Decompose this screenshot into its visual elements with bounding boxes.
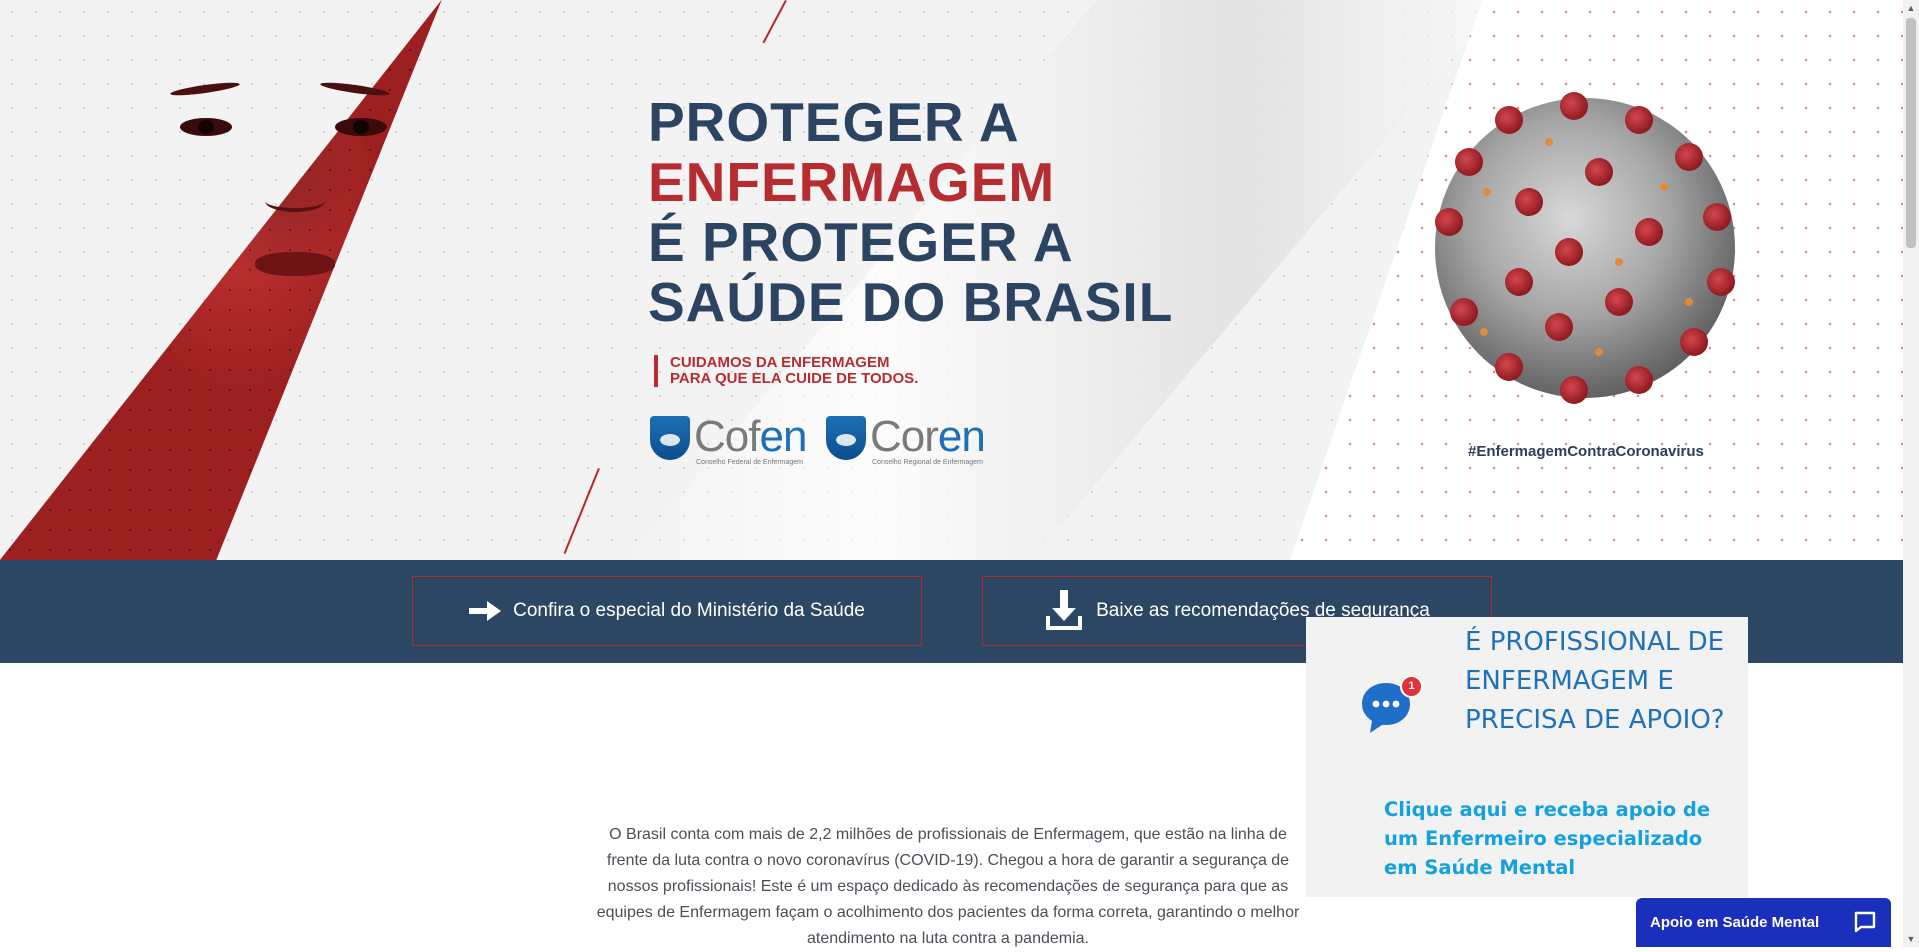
logo-subtitle: Conselho Federal de Enfermagem [696, 459, 804, 466]
logo-text: Cor [870, 412, 939, 461]
logo-text: en [937, 412, 986, 461]
scroll-down-icon[interactable]: ▼ [1903, 931, 1919, 947]
headline-line: SAÚDE DO BRASIL [648, 271, 1174, 333]
hero-banner: PROTEGER A ENFERMAGEM É PROTEGER A SAÚDE… [0, 0, 1903, 560]
logo-text: en [759, 412, 807, 461]
decorative-line [563, 468, 600, 555]
tagline-line: CUIDAMOS DA ENFERMAGEM [670, 354, 890, 371]
scrollbar-thumb[interactable] [1906, 18, 1916, 248]
mental-health-support-popup[interactable]: 1 É PROFISSIONAL DE ENFERMAGEM E PRECISA… [1306, 617, 1748, 897]
logo-text: Cof [694, 412, 760, 461]
decorative-line [762, 0, 787, 44]
notification-badge: 1 [1400, 675, 1423, 698]
chat-tab-label: Apoio em Saúde Mental [1650, 914, 1820, 931]
hero-headline: PROTEGER A ENFERMAGEM É PROTEGER A SAÚDE… [648, 92, 1173, 332]
logo-subtitle: Conselho Regional de Enfermagem [872, 459, 983, 466]
arrow-right-icon [469, 599, 502, 623]
cofen-shield-icon [650, 416, 690, 460]
intro-paragraph: O Brasil conta com mais de 2,2 milhões d… [596, 826, 1300, 947]
chat-icon [1853, 910, 1877, 938]
headline-highlight: ENFERMAGEM [648, 151, 1056, 213]
ministerio-saude-button[interactable]: Confira o especial do Ministério da Saúd… [412, 576, 922, 646]
tagline-line: PARA QUE ELA CUIDE DE TODOS. [670, 370, 919, 387]
hashtag-text: #EnfermagemContraCoronavirus [1468, 443, 1704, 460]
download-icon [1044, 590, 1084, 632]
headline-line: PROTEGER A [648, 91, 1020, 153]
hero-tagline: CUIDAMOS DA ENFERMAGEM PARA QUE ELA CUID… [654, 355, 918, 387]
ministerio-saude-label: Confira o especial do Ministério da Saúd… [513, 600, 865, 621]
headline-line: É PROTEGER A [648, 211, 1074, 273]
popup-cta-text[interactable]: Clique aqui e receba apoio de um Enferme… [1384, 795, 1714, 882]
coronavirus-illustration [1435, 92, 1735, 404]
coren-logo[interactable]: Coren Conselho Regional de Enfermagem [826, 415, 986, 466]
popup-title: É PROFISSIONAL DE ENFERMAGEM E PRECISA D… [1465, 627, 1725, 735]
cofen-logo[interactable]: Cofen Conselho Federal de Enfermagem [650, 415, 807, 466]
mental-health-chat-tab[interactable]: Apoio em Saúde Mental [1636, 898, 1891, 947]
scroll-up-icon[interactable]: ▲ [1903, 0, 1919, 16]
coren-shield-icon [826, 416, 866, 460]
